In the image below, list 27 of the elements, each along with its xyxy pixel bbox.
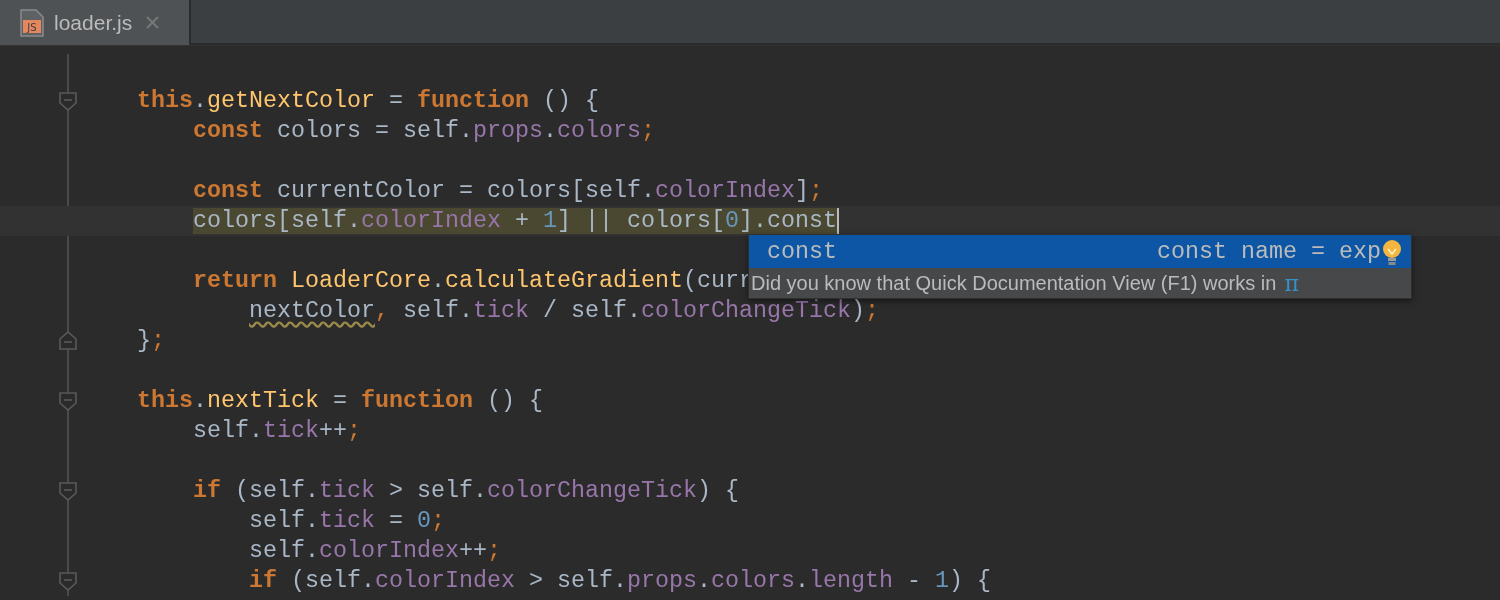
code-line: this.getNextColor = function () {: [137, 88, 599, 114]
code-line: if (self.tick > self.colorChangeTick) {: [193, 478, 739, 504]
code-line: nextColor, self.tick / self.colorChangeTick);: [249, 298, 879, 324]
pi-symbol: π: [1284, 270, 1299, 296]
code-line: self.tick++;: [193, 418, 361, 444]
code-line: self.tick = 0;: [249, 508, 445, 534]
hint-text: Did you know that Quick Documentation View (F1) works in: [751, 271, 1277, 295]
fold-marker-icon[interactable]: [58, 91, 78, 111]
code-line: this.nextTick = function () {: [137, 388, 543, 414]
fold-marker-icon[interactable]: [58, 571, 78, 591]
file-tab[interactable]: JS loader.js: [0, 0, 190, 45]
lightbulb-icon[interactable]: [1381, 239, 1403, 267]
code-line: return LoaderCore.calculateGradient(curr: [193, 268, 753, 294]
tab-label: loader.js: [54, 10, 133, 35]
code-line: self.colorIndex++;: [249, 538, 501, 564]
fold-marker-icon[interactable]: [58, 481, 78, 501]
code-line: const currentColor = colors[self.colorIndex];: [193, 178, 823, 204]
code-line: };: [137, 328, 165, 354]
completion-item[interactable]: const const name = exp: [749, 235, 1411, 268]
code-line: if (self.colorIndex > self.props.colors.length - 1) {: [249, 568, 991, 594]
fold-marker-icon[interactable]: [58, 391, 78, 411]
completion-label: const: [767, 238, 837, 265]
code-line: const colors = self.props.colors;: [193, 118, 655, 144]
js-file-icon: JS: [20, 8, 44, 37]
fold-marker-icon[interactable]: [58, 331, 78, 351]
close-icon[interactable]: [146, 16, 160, 29]
completion-detail: const name = exp: [1157, 238, 1381, 265]
